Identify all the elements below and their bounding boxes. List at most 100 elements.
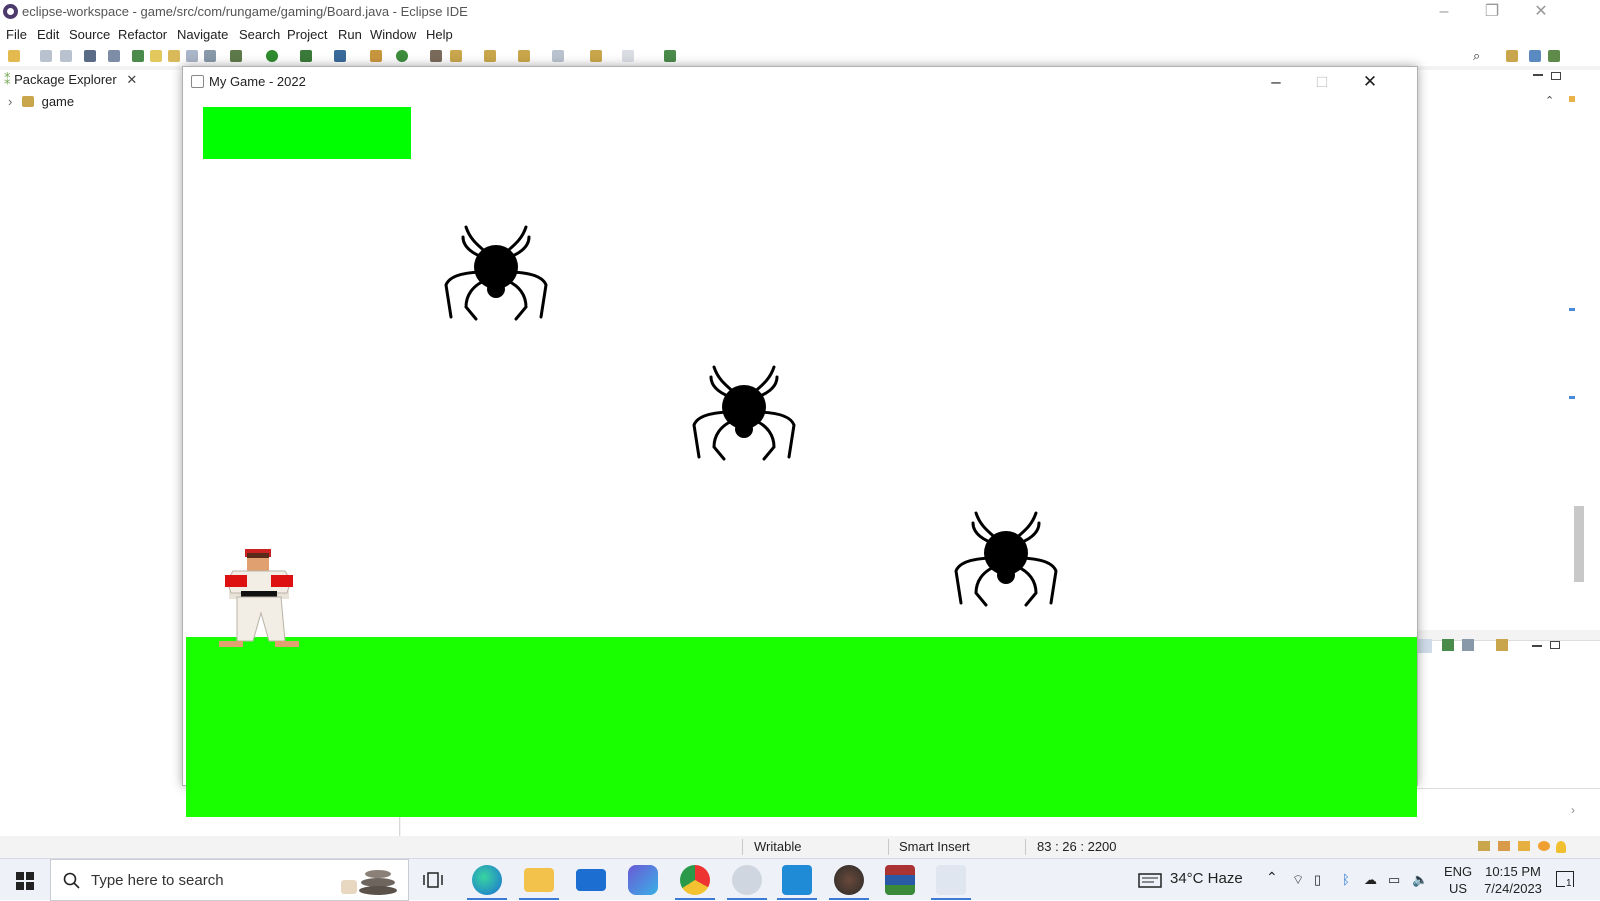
game-minimize-button[interactable]: – [1253, 67, 1299, 97]
tip-bulb-icon[interactable] [1556, 841, 1566, 853]
mark-occurrences-icon[interactable] [168, 50, 180, 62]
notification-icon[interactable]: 1 [1556, 871, 1574, 889]
game-maximize-button[interactable]: □ [1299, 67, 1345, 97]
vertical-scrollbar[interactable] [1572, 90, 1586, 620]
menu-project[interactable]: Project [287, 27, 327, 42]
search-icon[interactable]: ⌕ [1473, 49, 1485, 62]
menu-search[interactable]: Search [239, 27, 280, 42]
search-tool-icon[interactable] [450, 50, 462, 62]
next-annotation-icon[interactable] [484, 50, 496, 62]
spider-enemy [444, 225, 548, 321]
volume-icon[interactable]: 🔈 [1412, 872, 1428, 888]
new-java-class-icon[interactable] [396, 50, 408, 62]
game-titlebar: My Game - 2022 – □ ✕ [183, 67, 1417, 97]
windows-start-icon[interactable] [16, 872, 34, 890]
eclipse-taskbar-icon[interactable] [834, 865, 864, 895]
info-icon[interactable] [1538, 841, 1550, 851]
pencil-icon[interactable] [1518, 841, 1530, 851]
debug-icon[interactable] [230, 50, 242, 62]
menu-help[interactable]: Help [426, 27, 453, 42]
weather-text[interactable]: 34°C Haze [1170, 870, 1243, 887]
menu-window[interactable]: Window [370, 27, 416, 42]
task-view-icon[interactable] [423, 871, 443, 889]
minimize-view-icon[interactable] [1532, 645, 1542, 647]
scroll-up-icon[interactable]: ⌃ [1545, 94, 1554, 107]
scroll-right-icon[interactable]: › [1571, 803, 1575, 817]
new-java-package-icon[interactable] [370, 50, 382, 62]
taskbar: Type here to search 34°C Haze ⌃ ⌔ ▯ ᛒ ☁ … [0, 858, 1600, 901]
menu-refactor[interactable]: Refactor [118, 27, 167, 42]
coverage-icon[interactable] [300, 50, 312, 62]
pin-console-icon[interactable] [1442, 639, 1454, 651]
last-edit-icon[interactable] [552, 50, 564, 62]
back-icon[interactable] [590, 50, 602, 62]
tree-item-label: game [41, 94, 75, 109]
block-selection-icon[interactable] [186, 50, 198, 62]
open-console-icon[interactable] [1496, 639, 1508, 651]
book-icon[interactable] [1498, 841, 1510, 851]
mail-icon[interactable] [576, 869, 606, 891]
perspective-icon[interactable] [1506, 50, 1518, 62]
battery-icon[interactable]: ▭ [1388, 872, 1400, 888]
chevron-right-icon[interactable]: › [8, 94, 12, 109]
restore-button[interactable]: ❐ [1469, 0, 1515, 24]
java-app-icon[interactable] [936, 865, 966, 895]
bluetooth-icon[interactable]: ᛒ [1342, 872, 1350, 887]
language-indicator[interactable]: ENG US [1444, 863, 1472, 897]
close-button[interactable]: ✕ [1518, 0, 1564, 24]
chrome-icon[interactable] [680, 865, 710, 895]
run-icon[interactable] [266, 50, 278, 62]
maximize-view-icon[interactable] [1551, 72, 1561, 80]
highlight-icon[interactable] [150, 50, 162, 62]
skip-breakpoints-icon[interactable] [108, 50, 120, 62]
usb-icon[interactable]: ▯ [1314, 872, 1321, 888]
pin-editor-icon[interactable] [664, 50, 676, 62]
tree-item-game[interactable]: › game [8, 94, 74, 109]
status-bar: Writable Smart Insert 83 : 26 : 2200 [0, 836, 1600, 858]
clock-date: 7/24/2023 [1484, 881, 1542, 896]
terminal-icon[interactable] [84, 50, 96, 62]
menu-bar: File Edit Source Refactor Navigate Searc… [0, 24, 1600, 46]
debug-perspective-icon[interactable] [1548, 50, 1560, 62]
game-window-title: My Game - 2022 [209, 74, 306, 89]
game-close-button[interactable]: ✕ [1347, 67, 1393, 97]
toggle-icon[interactable] [132, 50, 144, 62]
winrar-icon[interactable] [885, 865, 915, 895]
previous-annotation-icon[interactable] [518, 50, 530, 62]
tab-package-explorer[interactable]: ⁑ Package Explorer ✕ [4, 72, 137, 92]
menu-navigate[interactable]: Navigate [177, 27, 228, 42]
game-window: My Game - 2022 – □ ✕ [182, 66, 1418, 817]
minimize-view-icon[interactable] [1533, 74, 1543, 76]
forward-icon[interactable] [622, 50, 634, 62]
save-all-icon[interactable] [60, 50, 72, 62]
menu-file[interactable]: File [6, 27, 27, 42]
cloud-icon[interactable]: ☁ [1364, 872, 1377, 888]
display-console-icon[interactable] [1462, 639, 1474, 651]
file-explorer-icon[interactable] [524, 868, 554, 892]
copilot-icon[interactable] [628, 865, 658, 895]
eclipse-titlebar: eclipse-workspace - game/src/com/rungame… [0, 0, 1600, 24]
game-canvas[interactable] [183, 97, 1417, 817]
edge-icon[interactable] [472, 865, 502, 895]
maximize-view-icon[interactable] [1550, 641, 1560, 649]
scrollbar-thumb[interactable] [1574, 506, 1584, 582]
weather-icon[interactable] [1138, 872, 1162, 889]
minimize-button[interactable]: – [1421, 0, 1467, 24]
menu-edit[interactable]: Edit [37, 27, 59, 42]
java-perspective-icon[interactable] [1529, 50, 1541, 62]
external-tools-icon[interactable] [334, 50, 346, 62]
new-icon[interactable] [8, 50, 20, 62]
profile-app-icon[interactable] [732, 865, 762, 895]
menu-run[interactable]: Run [338, 27, 362, 42]
vscode-icon[interactable] [782, 865, 812, 895]
chevron-up-icon[interactable]: ⌃ [1266, 869, 1278, 886]
whitespace-icon[interactable] [204, 50, 216, 62]
network-icon[interactable]: ⌔ [1292, 872, 1304, 888]
taskbar-search-box[interactable]: Type here to search [50, 859, 409, 901]
task-icon[interactable] [1478, 841, 1490, 851]
open-type-icon[interactable] [430, 50, 442, 62]
save-icon[interactable] [40, 50, 52, 62]
close-icon[interactable]: ✕ [126, 72, 137, 87]
menu-source[interactable]: Source [69, 27, 110, 42]
clock[interactable]: 10:15 PM 7/24/2023 [1482, 863, 1544, 897]
